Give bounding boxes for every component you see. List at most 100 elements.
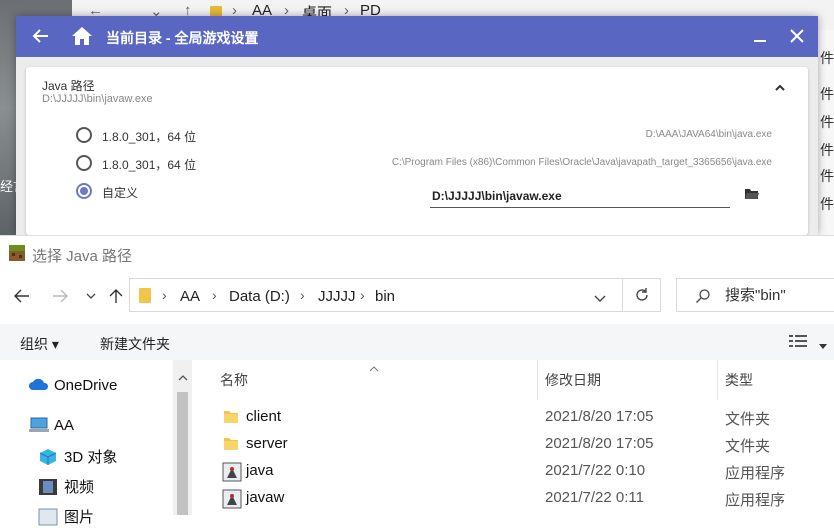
column-header-date[interactable]: 修改日期 — [545, 370, 601, 390]
file-type: 应用程序 — [725, 465, 786, 482]
nav-item-pictures[interactable]: 图片 — [38, 506, 94, 527]
breadcrumb-item[interactable]: JJJJJ — [318, 288, 356, 305]
column-divider[interactable] — [717, 360, 718, 400]
nav-item-label: OneDrive — [54, 376, 118, 394]
custom-option-label: 自定义 — [102, 186, 139, 200]
file-list: 名称 修改日期 类型 client 2021/8/20 17:05 文件夹 se… — [192, 360, 834, 515]
navigation-pane: OneDrive AA 3D 对象 视频 图片 — [0, 360, 192, 526]
breadcrumb-item[interactable]: AA — [180, 288, 200, 305]
sort-up-icon — [369, 359, 379, 377]
java-path-card: Java 路径 D:\JJJJJ\bin\javaw.exe 1.8.0_301… — [26, 67, 808, 235]
java-option-radio[interactable] — [76, 155, 92, 171]
breadcrumb-item[interactable]: bin — [375, 288, 395, 305]
bg-side-label: 件夹 — [820, 50, 834, 66]
nav-item-onedrive[interactable]: OneDrive — [28, 376, 117, 394]
nav-item-this-pc[interactable]: AA — [28, 416, 74, 434]
file-date: 2021/8/20 17:05 — [545, 408, 654, 425]
folder-icon — [222, 408, 240, 426]
file-type: 文件夹 — [725, 438, 771, 455]
java-option-path: C:\Program Files (x86)\Common Files\Orac… — [391, 157, 772, 168]
film-icon — [38, 478, 60, 496]
back-icon[interactable] — [12, 286, 32, 306]
nav-item-label: AA — [54, 416, 75, 434]
minecraft-app-icon — [8, 244, 26, 262]
new-folder-button[interactable]: 新建文件夹 — [100, 334, 170, 354]
custom-path-input[interactable] — [430, 184, 730, 208]
address-bar[interactable]: › AA › Data (D:) › JJJJJ › bin — [129, 278, 661, 312]
nav-item-label: 3D 对象 — [64, 449, 118, 466]
home-icon[interactable] — [70, 25, 94, 47]
nav-item-label: 视频 — [64, 479, 95, 496]
address-dropdown-icon[interactable] — [594, 290, 606, 308]
nav-item-3d-objects[interactable]: 3D 对象 — [38, 446, 117, 467]
file-row[interactable]: javaw 2021/7/22 0:11 应用程序 — [192, 484, 834, 511]
folder-open-icon[interactable] — [744, 187, 760, 201]
nav-item-videos[interactable]: 视频 — [38, 476, 94, 497]
scroll-thumb[interactable] — [177, 392, 188, 515]
search-box[interactable] — [676, 278, 834, 312]
dialog-title: 选择 Java 路径 — [32, 248, 133, 265]
launcher-window: 当前目录 - 全局游戏设置 Java 路径 D:\JJJJJ\bin\javaw… — [16, 16, 818, 235]
file-row[interactable]: server 2021/8/20 17:05 文件夹 — [192, 430, 834, 457]
column-header-type[interactable]: 类型 — [725, 370, 753, 390]
nav-scrollbar[interactable] — [173, 360, 192, 515]
file-row[interactable]: client 2021/8/20 17:05 文件夹 — [192, 403, 834, 430]
file-name: javaw — [246, 489, 285, 506]
file-name: server — [246, 435, 288, 452]
view-options-icon[interactable] — [789, 334, 807, 353]
card-title: Java 路径 — [42, 79, 95, 93]
bg-side-label: 件夹 — [820, 142, 834, 158]
bg-side-label: 件夹 — [820, 86, 834, 102]
chevron-right-icon: › — [360, 287, 365, 303]
folder-icon — [222, 435, 240, 453]
chevron-right-icon: › — [300, 287, 305, 303]
java-app-icon — [222, 489, 242, 509]
java-option-label: 1.8.0_301，64 位 — [102, 130, 197, 144]
bg-side-label: 件夹 — [820, 196, 834, 212]
file-date: 2021/7/22 0:11 — [545, 489, 644, 506]
file-date: 2021/7/22 0:10 — [545, 462, 646, 479]
forward-icon[interactable] — [50, 286, 70, 306]
close-icon[interactable] — [787, 26, 807, 46]
column-header-name[interactable]: 名称 — [220, 370, 248, 390]
minimize-icon[interactable] — [750, 26, 770, 46]
up-icon[interactable] — [106, 286, 126, 306]
java-app-icon — [222, 462, 242, 482]
dialog-toolbar: 组织 ▾ 新建文件夹 — [0, 324, 834, 360]
chevron-right-icon: › — [162, 287, 167, 303]
file-type: 应用程序 — [725, 492, 786, 509]
bg-side-label: 件夹 — [820, 168, 834, 184]
chevron-down-icon[interactable] — [84, 286, 98, 306]
organize-menu[interactable]: 组织 ▾ — [20, 334, 59, 354]
search-input[interactable] — [725, 287, 834, 304]
back-arrow-icon[interactable] — [30, 25, 52, 47]
launcher-titlebar: 当前目录 - 全局游戏设置 — [16, 16, 818, 57]
java-option-label: 1.8.0_301，64 位 — [102, 158, 197, 172]
cloud-icon — [28, 376, 50, 394]
current-java-path: D:\JJJJJ\bin\javaw.exe — [42, 93, 153, 105]
folder-icon — [139, 288, 151, 303]
cube-icon — [38, 448, 60, 466]
chevron-right-icon: › — [212, 287, 217, 303]
bg-side-label: 件夹 — [820, 114, 834, 130]
refresh-button[interactable] — [622, 278, 662, 312]
file-date: 2021/8/20 17:05 — [545, 435, 654, 452]
picture-icon — [38, 508, 60, 526]
launcher-title: 当前目录 - 全局游戏设置 — [106, 30, 259, 46]
java-option-radio[interactable] — [76, 127, 92, 143]
scroll-up-icon[interactable] — [178, 368, 188, 386]
custom-option-radio[interactable] — [76, 183, 92, 199]
java-option-path: D:\AAA\JAVA64\bin\java.exe — [645, 129, 772, 140]
file-name: java — [246, 462, 274, 479]
search-icon — [695, 288, 711, 309]
chevron-up-icon[interactable] — [773, 81, 787, 95]
file-picker-dialog: 选择 Java 路径 › AA › Data (D:) › JJJJJ › bi… — [0, 235, 834, 526]
file-row[interactable]: java 2021/7/22 0:10 应用程序 — [192, 457, 834, 484]
column-divider[interactable] — [537, 360, 538, 400]
file-type: 文件夹 — [725, 411, 771, 428]
chevron-down-icon[interactable] — [819, 337, 827, 355]
computer-icon — [28, 416, 50, 434]
breadcrumb-item[interactable]: Data (D:) — [229, 288, 290, 305]
nav-item-label: 图片 — [64, 509, 95, 526]
file-name: client — [246, 408, 282, 425]
